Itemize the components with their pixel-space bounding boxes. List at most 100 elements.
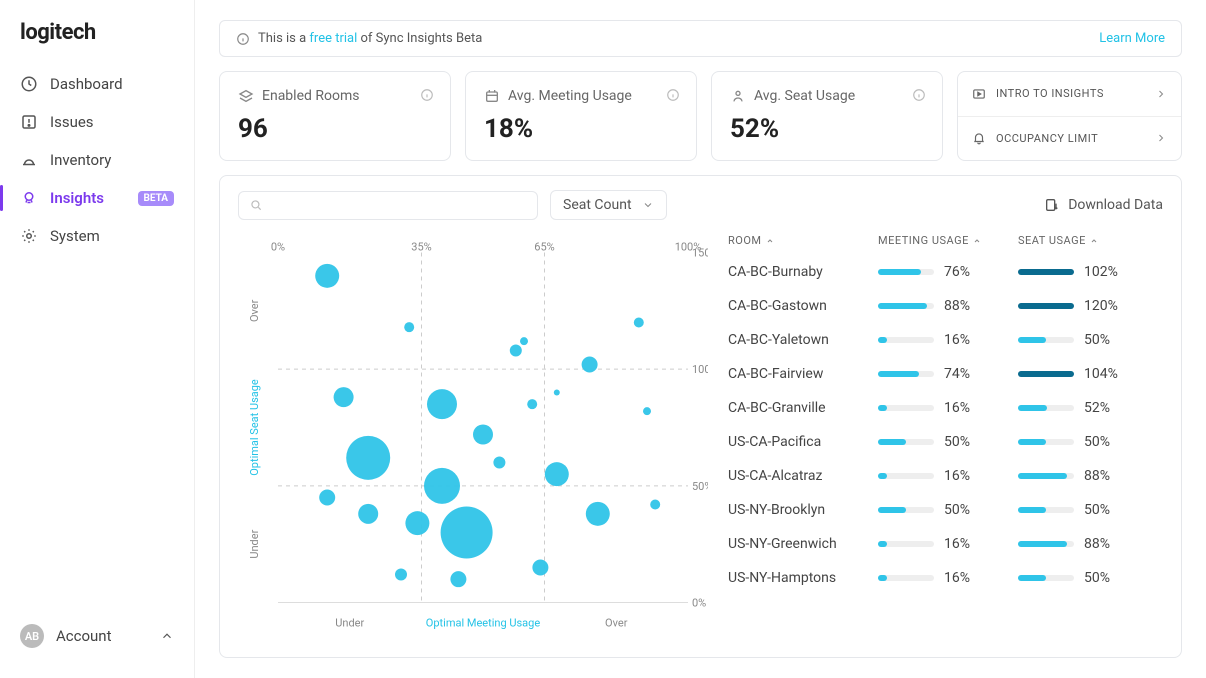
stat-title: Enabled Rooms (262, 88, 359, 104)
cell-room: CA-BC-Fairview (728, 366, 878, 382)
svg-text:Over: Over (248, 299, 261, 322)
search-field[interactable] (269, 198, 527, 213)
th-room[interactable]: ROOM (728, 234, 878, 247)
stat-value: 96 (238, 114, 432, 144)
nav-label: System (50, 227, 100, 245)
svg-text:100%: 100% (692, 363, 708, 376)
cell-seat-usage: 102% (1018, 264, 1158, 280)
table-row[interactable]: US-CA-Alcatraz16%88% (728, 459, 1163, 493)
rooms-icon (238, 88, 254, 104)
avatar: AB (20, 624, 44, 648)
learn-more-link[interactable]: Learn More (1099, 31, 1165, 46)
table-row[interactable]: US-CA-Pacifica50%50% (728, 425, 1163, 459)
stat-value: 18% (484, 114, 678, 144)
cell-meeting-usage: 16% (878, 332, 1018, 348)
table-header: ROOM MEETING USAGE SEAT USAGE (728, 230, 1163, 255)
table-row[interactable]: US-NY-Greenwich16%88% (728, 527, 1163, 561)
cell-room: US-NY-Brooklyn (728, 502, 878, 518)
nav-label: Dashboard (50, 75, 123, 93)
svg-text:35%: 35% (411, 241, 431, 254)
cell-room: US-CA-Pacifica (728, 434, 878, 450)
svg-text:Under: Under (335, 617, 364, 630)
nav: Dashboard Issues Inventory Insights BET (0, 65, 194, 614)
svg-text:50%: 50% (692, 480, 708, 493)
download-data-button[interactable]: Download Data (1044, 197, 1163, 213)
table-body: CA-BC-Burnaby76%102%CA-BC-Gastown88%120%… (728, 255, 1163, 647)
dashboard-icon (20, 75, 38, 93)
table-row[interactable]: CA-BC-Fairview74%104% (728, 357, 1163, 391)
cell-seat-usage: 50% (1018, 502, 1158, 518)
cell-room: CA-BC-Burnaby (728, 264, 878, 280)
svg-text:Under: Under (248, 529, 261, 558)
bubble-chart: 0%35%65%100%0%50%100%150%UnderOptimal Me… (238, 230, 708, 647)
table-row[interactable]: US-NY-Brooklyn50%50% (728, 493, 1163, 527)
cell-room: US-NY-Hamptons (728, 570, 878, 586)
insights-icon (20, 189, 38, 207)
panel-toolbar: Seat Count Download Data (238, 190, 1163, 220)
cell-meeting-usage: 16% (878, 400, 1018, 416)
nav-label: Issues (50, 113, 94, 131)
bell-icon (972, 131, 986, 145)
table-row[interactable]: CA-BC-Granville16%52% (728, 391, 1163, 425)
intro-to-insights-link[interactable]: INTRO TO INSIGHTS (958, 72, 1181, 117)
cell-meeting-usage: 50% (878, 502, 1018, 518)
cell-room: CA-BC-Yaletown (728, 332, 878, 348)
room-table: ROOM MEETING USAGE SEAT USAGE CA-BC-Burn… (728, 230, 1163, 647)
svg-text:0%: 0% (692, 597, 706, 610)
sidebar: logitech Dashboard Issues Inventory (0, 0, 195, 678)
info-icon[interactable] (912, 88, 926, 102)
svg-text:65%: 65% (534, 241, 554, 254)
cell-meeting-usage: 16% (878, 536, 1018, 552)
cell-seat-usage: 88% (1018, 468, 1158, 484)
svg-text:0%: 0% (271, 241, 285, 254)
account-menu[interactable]: AB Account (0, 614, 194, 658)
trial-banner: This is a free trial of Sync Insights Be… (219, 20, 1182, 57)
download-icon (1044, 197, 1060, 213)
cell-meeting-usage: 88% (878, 298, 1018, 314)
info-icon[interactable] (666, 88, 680, 102)
svg-text:150%: 150% (692, 247, 708, 260)
cell-room: US-NY-Greenwich (728, 536, 878, 552)
stat-row: Enabled Rooms 96 Avg. Meeting Usage 18% … (219, 71, 1182, 161)
table-row[interactable]: US-NY-Hamptons16%50% (728, 561, 1163, 595)
table-row[interactable]: CA-BC-Gastown88%120% (728, 289, 1163, 323)
table-row[interactable]: CA-BC-Yaletown16%50% (728, 323, 1163, 357)
info-icon[interactable] (420, 88, 434, 102)
play-icon (972, 87, 986, 101)
cell-room: US-CA-Alcatraz (728, 468, 878, 484)
free-trial-link[interactable]: free trial (309, 31, 357, 46)
nav-label: Inventory (50, 151, 111, 169)
nav-item-inventory[interactable]: Inventory (0, 141, 194, 179)
th-meeting-usage[interactable]: MEETING USAGE (878, 234, 1018, 247)
nav-item-dashboard[interactable]: Dashboard (0, 65, 194, 103)
stat-title: Avg. Meeting Usage (508, 88, 632, 104)
table-row[interactable]: CA-BC-Burnaby76%102% (728, 255, 1163, 289)
system-icon (20, 227, 38, 245)
occupancy-limit-link[interactable]: OCCUPANCY LIMIT (958, 117, 1181, 161)
search-input[interactable] (238, 191, 538, 220)
nav-item-issues[interactable]: Issues (0, 103, 194, 141)
insights-panel: Seat Count Download Data 0% 35% 65% 100% 0% 5… (219, 175, 1182, 658)
meeting-icon (484, 88, 500, 104)
seat-count-select[interactable]: Seat Count (550, 190, 667, 220)
chevron-up-icon (160, 629, 174, 643)
sort-icon (766, 237, 774, 245)
cell-meeting-usage: 74% (878, 366, 1018, 382)
nav-label: Insights (50, 189, 104, 207)
nav-item-system[interactable]: System (0, 217, 194, 255)
nav-item-insights[interactable]: Insights BETA (0, 179, 194, 217)
svg-text:Optimal Meeting Usage: Optimal Meeting Usage (426, 617, 541, 630)
side-link-label: OCCUPANCY LIMIT (996, 132, 1098, 145)
stat-card-enabled-rooms: Enabled Rooms 96 (219, 71, 451, 161)
search-icon (249, 198, 263, 212)
chevron-down-icon (642, 199, 654, 211)
side-links-card: INTRO TO INSIGHTS OCCUPANCY LIMIT (957, 71, 1182, 161)
cell-meeting-usage: 16% (878, 468, 1018, 484)
cell-room: CA-BC-Granville (728, 400, 878, 416)
svg-text:Optimal Seat Usage: Optimal Seat Usage (248, 379, 261, 476)
cell-meeting-usage: 16% (878, 570, 1018, 586)
seat-icon (730, 88, 746, 104)
info-icon (236, 32, 250, 46)
th-seat-usage[interactable]: SEAT USAGE (1018, 234, 1158, 247)
chevron-right-icon (1155, 88, 1167, 100)
